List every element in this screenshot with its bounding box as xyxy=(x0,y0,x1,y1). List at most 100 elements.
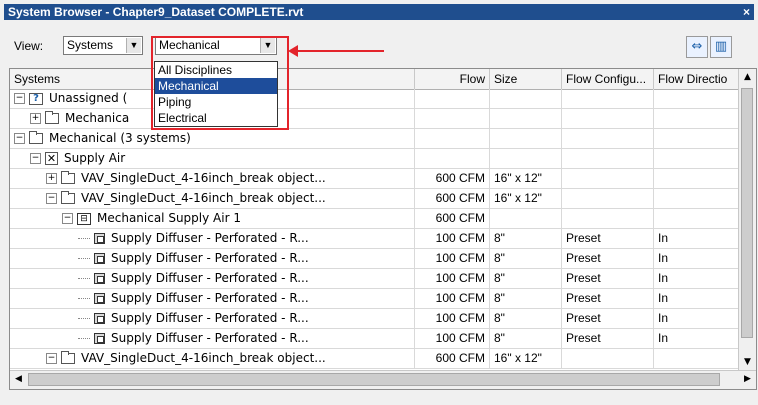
flow-cell: 100 CFM xyxy=(415,269,490,288)
view-combo-value: Systems xyxy=(67,38,114,52)
table-row[interactable]: Supply Diffuser - Perforated - R... 100 C… xyxy=(10,289,740,309)
flow-configuration-cell xyxy=(562,189,654,208)
table-row[interactable]: − ⊟ Mechanical Supply Air 1 600 CFM xyxy=(10,209,740,229)
table-row[interactable]: − VAV_SingleDuct_4-16inch_break object...… xyxy=(10,349,740,369)
flow-configuration-cell: Preset xyxy=(562,309,654,328)
collapse-icon[interactable]: − xyxy=(14,93,25,104)
flow-cell xyxy=(415,149,490,168)
column-header-flow-direction[interactable]: Flow Directio xyxy=(654,69,740,89)
size-cell xyxy=(490,149,562,168)
collapse-icon[interactable]: − xyxy=(46,353,57,364)
flow-configuration-cell: Preset xyxy=(562,269,654,288)
flow-configuration-cell: Preset xyxy=(562,329,654,348)
autofit-columns-icon[interactable]: ⇔ xyxy=(686,36,708,58)
table-row[interactable]: Supply Diffuser - Perforated - R... 100 C… xyxy=(10,329,740,349)
view-combo[interactable]: Systems ▼ xyxy=(63,36,143,55)
question-folder-icon: ? xyxy=(29,92,43,105)
folder-icon xyxy=(61,191,75,204)
scroll-down-icon[interactable]: ▼ xyxy=(739,354,756,371)
tree-connector xyxy=(78,338,90,339)
flow-cell: 100 CFM xyxy=(415,229,490,248)
diffuser-icon xyxy=(94,333,105,344)
system-name-label: Mechanical Supply Air 1 xyxy=(97,211,241,225)
flow-direction-cell xyxy=(654,189,740,208)
system-name-cell: Supply Diffuser - Perforated - R... xyxy=(10,329,415,348)
flow-cell: 600 CFM xyxy=(415,349,490,368)
system-name-cell: − ✕ Supply Air xyxy=(10,149,415,168)
scroll-up-icon[interactable]: ▲ xyxy=(739,69,756,86)
flow-direction-cell xyxy=(654,129,740,148)
collapse-icon[interactable]: − xyxy=(30,153,41,164)
system-name-label: VAV_SingleDuct_4-16inch_break object... xyxy=(81,191,326,205)
system-browser-window: System Browser - Chapter9_Dataset COMPLE… xyxy=(0,0,758,405)
close-icon[interactable]: × xyxy=(743,4,750,20)
flow-direction-cell: In xyxy=(654,249,740,268)
size-cell xyxy=(490,109,562,128)
collapse-icon[interactable]: − xyxy=(14,133,25,144)
system-name-label: Supply Diffuser - Perforated - R... xyxy=(111,311,309,325)
system-name-cell: Supply Diffuser - Perforated - R... xyxy=(10,269,415,288)
system-name-label: Unassigned ( xyxy=(49,91,128,105)
chevron-down-icon[interactable]: ▼ xyxy=(126,38,141,53)
tree-connector xyxy=(78,258,90,259)
collapse-icon[interactable]: − xyxy=(62,213,73,224)
flow-cell: 100 CFM xyxy=(415,329,490,348)
flow-direction-cell xyxy=(654,89,740,108)
annotation-arrow-icon xyxy=(288,45,298,57)
horizontal-scrollbar[interactable]: ◀ ▶ xyxy=(10,370,756,389)
flow-configuration-cell: Preset xyxy=(562,289,654,308)
size-cell: 8" xyxy=(490,309,562,328)
size-cell: 16" x 12" xyxy=(490,169,562,188)
column-header-flow-configuration[interactable]: Flow Configu... xyxy=(562,69,654,89)
highlight-box xyxy=(151,36,289,130)
system-name-cell: + VAV_SingleDuct_4-16inch_break object... xyxy=(10,169,415,188)
flow-cell xyxy=(415,89,490,108)
diffuser-icon xyxy=(94,313,105,324)
title-bar: System Browser - Chapter9_Dataset COMPLE… xyxy=(4,4,754,20)
table-row[interactable]: − Mechanical (3 systems) xyxy=(10,129,740,149)
vertical-scrollbar[interactable]: ▲ ▼ xyxy=(738,69,756,371)
folder-icon xyxy=(61,171,75,184)
column-header-flow[interactable]: Flow xyxy=(415,69,490,89)
column-header-size[interactable]: Size xyxy=(490,69,562,89)
table-row[interactable]: Supply Diffuser - Perforated - R... 100 C… xyxy=(10,229,740,249)
table-row[interactable]: Supply Diffuser - Perforated - R... 100 C… xyxy=(10,249,740,269)
system-name-cell: − VAV_SingleDuct_4-16inch_break object... xyxy=(10,349,415,368)
column-settings-icon[interactable]: ▥ xyxy=(710,36,732,58)
table-row[interactable]: −? Unassigned ( xyxy=(10,89,740,109)
flow-cell: 600 CFM xyxy=(415,209,490,228)
view-label: View: xyxy=(14,39,44,53)
system-name-label: Supply Diffuser - Perforated - R... xyxy=(111,331,309,345)
collapse-icon[interactable]: − xyxy=(46,193,57,204)
table-row[interactable]: − VAV_SingleDuct_4-16inch_break object...… xyxy=(10,189,740,209)
system-name-cell: − VAV_SingleDuct_4-16inch_break object... xyxy=(10,189,415,208)
flow-cell: 100 CFM xyxy=(415,309,490,328)
tree-connector xyxy=(78,298,90,299)
table-row[interactable]: + VAV_SingleDuct_4-16inch_break object...… xyxy=(10,169,740,189)
table-row[interactable]: Supply Diffuser - Perforated - R... 100 C… xyxy=(10,309,740,329)
size-cell: 16" x 12" xyxy=(490,349,562,368)
size-cell: 8" xyxy=(490,329,562,348)
flow-direction-cell xyxy=(654,169,740,188)
table-row[interactable]: − ✕ Supply Air xyxy=(10,149,740,169)
scroll-left-icon[interactable]: ◀ xyxy=(10,371,27,388)
horizontal-scroll-thumb[interactable] xyxy=(28,373,720,386)
table-row[interactable]: + Mechanica xyxy=(10,109,740,129)
size-cell: 8" xyxy=(490,289,562,308)
flow-cell xyxy=(415,129,490,148)
table-row[interactable]: Supply Diffuser - Perforated - R... 100 C… xyxy=(10,269,740,289)
scroll-right-icon[interactable]: ▶ xyxy=(739,371,756,388)
folder-icon xyxy=(29,131,43,144)
system-name-label: Mechanical (3 systems) xyxy=(49,131,191,145)
expand-icon[interactable]: + xyxy=(46,173,57,184)
mechanical-system-icon: ⊟ xyxy=(77,212,91,225)
expand-icon[interactable]: + xyxy=(30,113,41,124)
supply-air-x-icon: ✕ xyxy=(45,152,58,165)
annotation-arrow-line xyxy=(296,50,384,52)
flow-configuration-cell xyxy=(562,169,654,188)
size-cell xyxy=(490,209,562,228)
flow-configuration-cell xyxy=(562,349,654,368)
folder-icon xyxy=(45,111,59,124)
vertical-scroll-thumb[interactable] xyxy=(741,88,753,338)
system-name-label: VAV_SingleDuct_4-16inch_break object... xyxy=(81,351,326,365)
